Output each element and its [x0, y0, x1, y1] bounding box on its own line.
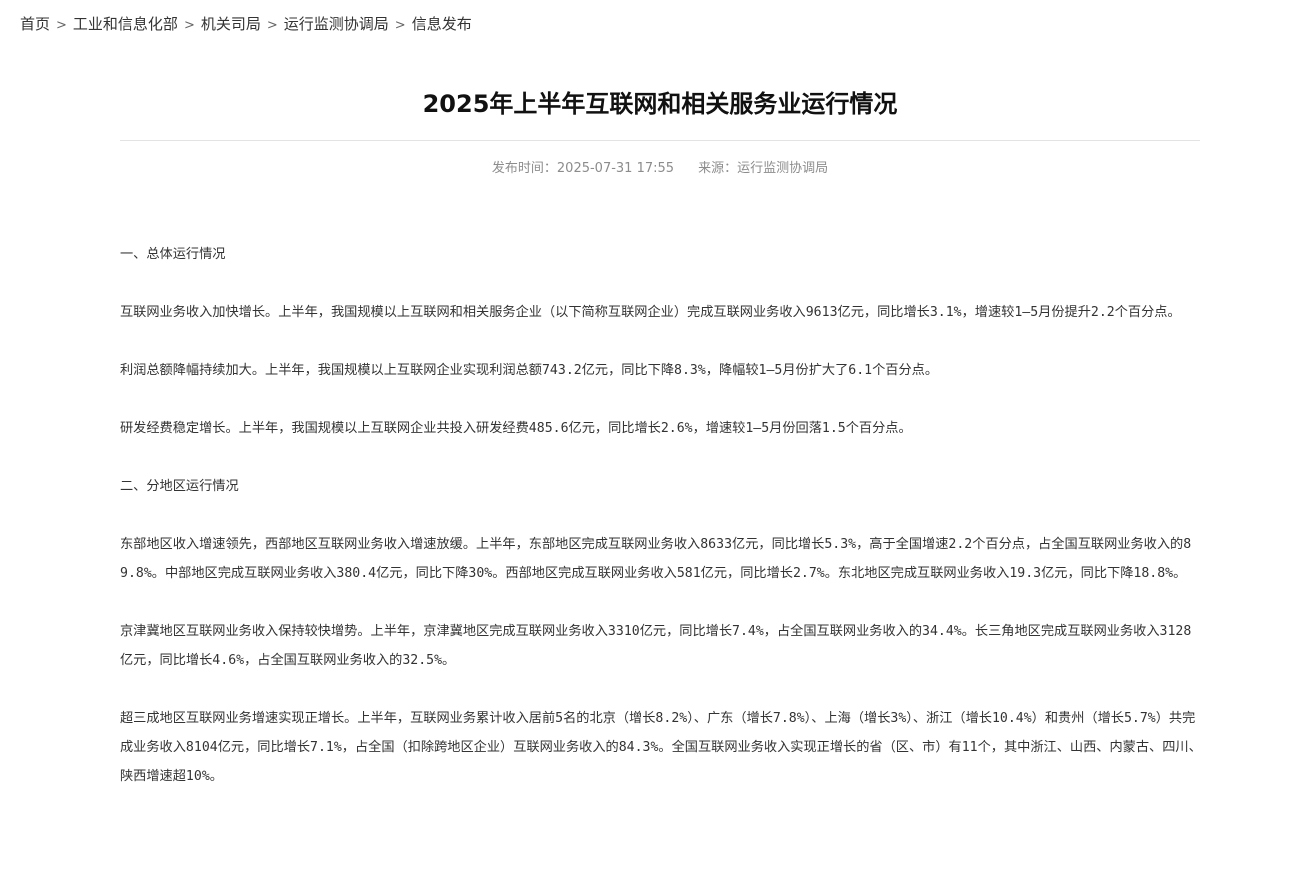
paragraph-top-regions: 超三成地区互联网业务增速实现正增长。上半年，互联网业务累计收入居前5名的北京（增… [120, 711, 1202, 784]
publish-time: 2025-07-31 17:55 [556, 161, 675, 176]
article-body: 一、总体运行情况 互联网业务收入加快增长。上半年，我国规模以上互联网和相关服务企… [120, 240, 1202, 820]
breadcrumb-separator: > [394, 18, 406, 33]
title-divider [120, 140, 1200, 141]
paragraph-jingjinji: 京津冀地区互联网业务收入保持较快增势。上半年，京津冀地区完成互联网业务收入331… [120, 624, 1192, 668]
article-meta: 发布时间：2025-07-31 17:55 来源：运行监测协调局 [120, 158, 1200, 180]
source: 运行监测协调局 [737, 161, 829, 176]
breadcrumb-bureau-link[interactable]: 运行监测协调局 [284, 15, 389, 33]
paragraph-profit: 利润总额降幅持续加大。上半年，我国规模以上互联网企业实现利润总额743.2亿元，… [120, 363, 939, 378]
breadcrumb-separator: > [56, 18, 67, 33]
source-label: 来源： [698, 161, 738, 176]
paragraph-east-west: 东部地区收入增速领先，西部地区互联网业务收入增速放缓。上半年，东部地区完成互联网… [120, 537, 1192, 581]
breadcrumb-separator: > [266, 18, 278, 33]
section-heading-regional: 二、分地区运行情况 [120, 479, 239, 494]
breadcrumb-home-link[interactable]: 首页 [20, 15, 50, 33]
section-heading-overall: 一、总体运行情况 [120, 247, 226, 262]
paragraph-rnd: 研发经费稳定增长。上半年，我国规模以上互联网企业共投入研发经费485.6亿元，同… [120, 421, 912, 436]
paragraph-revenue: 互联网业务收入加快增长。上半年，我国规模以上互联网和相关服务企业（以下简称互联网… [120, 305, 1181, 320]
publish-time-label: 发布时间： [491, 161, 557, 176]
article-title: 2025年上半年互联网和相关服务业运行情况 [422, 90, 898, 118]
breadcrumb-departments-link[interactable]: 机关司局 [201, 15, 261, 33]
breadcrumb-ministry-link[interactable]: 工业和信息化部 [73, 15, 178, 33]
breadcrumb: 首页 > 工业和信息化部 > 机关司局 > 运行监测协调局 > 信息发布 [20, 12, 472, 38]
breadcrumb-separator: > [183, 18, 195, 33]
breadcrumb-info-release-link[interactable]: 信息发布 [412, 15, 472, 33]
